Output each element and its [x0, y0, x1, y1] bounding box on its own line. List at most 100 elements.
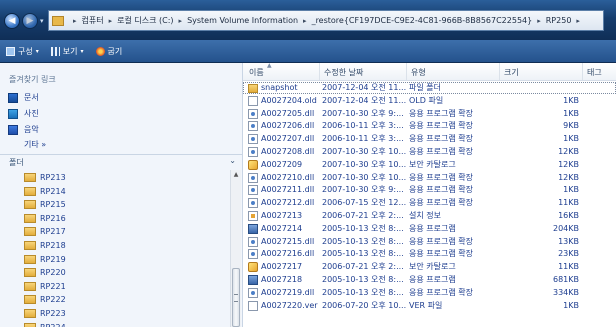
- file-size: 334KB: [552, 287, 579, 297]
- file-type: 응용 프로그램 확장: [409, 172, 473, 182]
- table-row[interactable]: snapshot 2007-12-04 오전 11... 파일 폴더: [243, 82, 616, 94]
- organize-button[interactable]: 구성 ▾: [6, 46, 39, 57]
- table-row[interactable]: A0027216.dll 2005-10-13 오전 8:... 응용 프로그램 확…: [243, 248, 616, 260]
- favorite-link-pictures[interactable]: 사진: [8, 108, 39, 119]
- breadcrumb-separator-icon[interactable]: ▸: [179, 17, 183, 25]
- table-row[interactable]: A0027204.old 2007-12-04 오전 11... OLD 파일 1KB: [243, 95, 616, 107]
- folder-tree: RP213 RP214 RP215 RP216 RP217 RP218 RP219 RP220…: [0, 170, 230, 327]
- file-type: 응용 프로그램 확장: [409, 134, 473, 144]
- table-row[interactable]: A0027217 2006-07-21 오후 2:... 보안 카탈로그 11KB: [243, 261, 616, 273]
- table-row[interactable]: A0027205.dll 2007-10-30 오후 9:... 응용 프로그램 확…: [243, 108, 616, 120]
- breadcrumb-separator-icon[interactable]: ▸: [73, 17, 77, 25]
- table-row[interactable]: A0027207.dll 2006-10-11 오후 3:... 응용 프로그램 확…: [243, 133, 616, 145]
- folder-tree-item[interactable]: RP216: [24, 212, 66, 225]
- view-button[interactable]: 보기 ▾: [50, 46, 84, 57]
- folder-icon: [24, 173, 36, 182]
- more-links[interactable]: 기타 »: [24, 139, 46, 150]
- folder-tree-item[interactable]: RP219: [24, 253, 66, 266]
- recent-pages-dropdown[interactable]: ▾: [40, 17, 44, 25]
- column-header-size[interactable]: 크기: [504, 67, 519, 78]
- burn-button[interactable]: 굽기: [95, 46, 123, 57]
- folder-tree-item[interactable]: RP224: [24, 321, 66, 327]
- forward-button[interactable]: ▶: [22, 13, 38, 29]
- table-row[interactable]: A0027215.dll 2005-10-13 오전 8:... 응용 프로그램 확…: [243, 236, 616, 248]
- folder-tree-label: RP223: [40, 309, 66, 318]
- breadcrumb-item[interactable]: _restore{CF197DCE-C9E2-4C81-966B-8B8567C…: [312, 16, 533, 25]
- dll-file-icon: [248, 121, 258, 132]
- file-size: 12KB: [558, 147, 579, 156]
- folder-tree-label: RP216: [40, 213, 66, 223]
- file-size: 9KB: [563, 121, 579, 131]
- dll-file-icon: [248, 108, 258, 119]
- folder-tree-label: RP217: [40, 227, 66, 237]
- folder-tree-item[interactable]: RP215: [24, 198, 66, 211]
- pictures-icon: [8, 108, 18, 119]
- favorite-link-label: 문서: [24, 93, 39, 102]
- chevron-down-icon: ⌄: [229, 156, 236, 165]
- table-row[interactable]: A0027213 2006-07-21 오후 2:... 설치 정보 16KB: [243, 210, 616, 222]
- file-type: 설치 정보: [409, 211, 441, 220]
- table-row[interactable]: A0027206.dll 2006-10-11 오후 3:... 응용 프로그램 확…: [243, 120, 616, 132]
- file-type: 파일 폴더: [409, 83, 441, 92]
- file-type: 응용 프로그램 확장: [409, 198, 473, 208]
- column-header-date[interactable]: 수정한 날짜: [324, 67, 363, 78]
- table-row[interactable]: A0027209 2007-10-30 오후 10... 보안 카탈로그 12KB: [243, 159, 616, 171]
- dll-file-icon: [248, 198, 258, 209]
- burn-label: 굽기: [107, 46, 123, 56]
- folder-tree-item[interactable]: RP220: [24, 266, 66, 279]
- file-size: 1KB: [563, 108, 579, 118]
- column-header-name[interactable]: 이름: [249, 67, 264, 78]
- file-icon: [248, 300, 258, 311]
- chevron-down-icon: ▾: [35, 47, 39, 55]
- folder-icon: [24, 295, 36, 305]
- folder-icon: [24, 268, 36, 278]
- folder-tree-item[interactable]: RP221: [24, 280, 66, 293]
- favorite-link-documents[interactable]: 문서: [8, 92, 39, 103]
- dll-file-icon: [248, 287, 258, 298]
- table-row[interactable]: A0027208.dll 2007-10-30 오후 10... 응용 프로그램 확…: [243, 146, 616, 158]
- file-date: 2006-10-11 오후 3:...: [322, 134, 404, 144]
- table-row[interactable]: A0027210.dll 2007-10-30 오후 10... 응용 프로그램 확…: [243, 172, 616, 184]
- favorite-link-music[interactable]: 음악: [8, 124, 39, 135]
- breadcrumb-separator-icon[interactable]: ▸: [303, 17, 307, 25]
- file-size: 1KB: [563, 300, 579, 310]
- table-row[interactable]: A0027218 2005-10-13 오전 8:... 응용 프로그램 681KB: [243, 274, 616, 286]
- chevron-down-icon: ▾: [80, 47, 84, 55]
- breadcrumb[interactable]: ▸ 컴퓨터 ▸ 로컬 디스크 (C:) ▸ System Volume Informati…: [48, 10, 604, 31]
- table-row[interactable]: A0027219.dll 2005-10-13 오전 8:... 응용 프로그램 확…: [243, 287, 616, 299]
- column-header-tags[interactable]: 태그: [587, 67, 602, 78]
- file-list: ▲ 이름 수정한 날짜 유형 크기 태그 snapshot 2007-12-04 …: [243, 62, 616, 327]
- column-header-type[interactable]: 유형: [411, 67, 426, 78]
- breadcrumb-item[interactable]: 컴퓨터: [82, 15, 104, 26]
- breadcrumb-item[interactable]: RP250: [546, 16, 572, 25]
- folder-tree-item[interactable]: RP223: [24, 307, 66, 320]
- file-icon: [248, 95, 258, 106]
- folder-tree-item[interactable]: RP222: [24, 293, 66, 306]
- table-row[interactable]: A0027211.dll 2007-10-30 오후 9:... 응용 프로그램 확…: [243, 184, 616, 196]
- breadcrumb-separator-icon[interactable]: ▸: [537, 17, 541, 25]
- file-size: 13KB: [558, 236, 579, 246]
- file-type: 응용 프로그램 확장: [409, 108, 473, 118]
- back-button[interactable]: ◀: [4, 13, 20, 29]
- folder-tree-item[interactable]: RP214: [24, 185, 66, 198]
- breadcrumb-separator-icon[interactable]: ▸: [576, 17, 580, 25]
- table-row[interactable]: A0027220.ver 2006-07-20 오후 10... VER 파일 1KB: [243, 300, 616, 312]
- breadcrumb-item[interactable]: System Volume Information: [187, 16, 298, 25]
- file-type: 응용 프로그램 확장: [409, 287, 473, 297]
- dll-file-icon: [248, 236, 258, 247]
- file-size: 12KB: [558, 172, 579, 182]
- folders-header[interactable]: 폴더 ⌄: [0, 154, 242, 169]
- folder-tree-label: RP218: [40, 241, 66, 250]
- breadcrumb-item[interactable]: 로컬 디스크 (C:): [117, 15, 173, 26]
- dll-file-icon: [248, 185, 258, 196]
- folder-tree-item[interactable]: RP217: [24, 225, 66, 238]
- folder-tree-item[interactable]: RP218: [24, 239, 66, 252]
- file-type: 응용 프로그램 확장: [409, 121, 473, 131]
- breadcrumb-separator-icon[interactable]: ▸: [109, 17, 113, 25]
- folder-tree-scrollbar[interactable]: ▲: [230, 170, 241, 327]
- file-size: [501, 82, 579, 94]
- table-row[interactable]: A0027212.dll 2006-07-15 오전 12... 응용 프로그램 확…: [243, 197, 616, 209]
- scroll-up-icon[interactable]: ▲: [232, 171, 240, 179]
- table-row[interactable]: A0027214 2005-10-13 오전 8:... 응용 프로그램 204KB: [243, 223, 616, 235]
- folder-tree-item[interactable]: RP213: [24, 171, 66, 184]
